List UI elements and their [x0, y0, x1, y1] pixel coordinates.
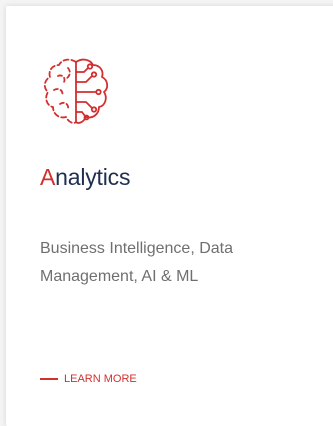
card-description: Business Intelligence, Data Management, … — [40, 240, 233, 285]
service-card: Analytics Business Intelligence, Data Ma… — [6, 6, 333, 426]
dash-icon — [40, 378, 58, 380]
card-title-rest: nalytics — [55, 164, 131, 190]
learn-more-label: LEARN MORE — [64, 373, 137, 385]
learn-more-link[interactable]: LEARN MORE — [40, 373, 137, 385]
brain-circuit-icon — [40, 54, 112, 130]
card-title-accent: A — [40, 164, 56, 190]
card-title: Analytics — [40, 164, 130, 191]
